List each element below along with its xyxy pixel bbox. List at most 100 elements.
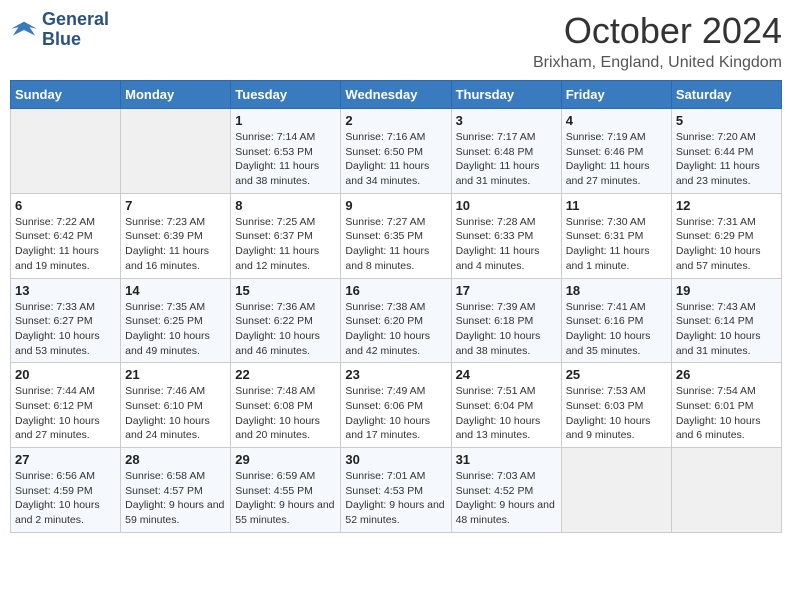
day-info: Sunrise: 7:16 AMSunset: 6:50 PMDaylight:… <box>345 130 446 189</box>
day-info: Sunrise: 7:38 AMSunset: 6:20 PMDaylight:… <box>345 300 446 359</box>
day-number: 2 <box>345 113 446 128</box>
day-info: Sunrise: 7:53 AMSunset: 6:03 PMDaylight:… <box>566 384 667 443</box>
weekday-header: Tuesday <box>231 81 341 109</box>
calendar-cell: 11Sunrise: 7:30 AMSunset: 6:31 PMDayligh… <box>561 193 671 278</box>
weekday-header: Wednesday <box>341 81 451 109</box>
day-info: Sunrise: 7:25 AMSunset: 6:37 PMDaylight:… <box>235 215 336 274</box>
day-info: Sunrise: 7:23 AMSunset: 6:39 PMDaylight:… <box>125 215 226 274</box>
day-number: 7 <box>125 198 226 213</box>
calendar-cell: 23 Sunrise: 7:49 AMSunset: 6:06 PMDayligh… <box>341 363 451 448</box>
day-number: 8 <box>235 198 336 213</box>
day-info: Sunrise: 7:33 AMSunset: 6:27 PMDaylight:… <box>15 300 116 359</box>
calendar-week-row: 27Sunrise: 6:56 AMSunset: 4:59 PMDayligh… <box>11 448 782 533</box>
day-number: 1 <box>235 113 336 128</box>
day-number: 9 <box>345 198 446 213</box>
calendar-week-row: 1 Sunrise: 7:14 AMSunset: 6:53 PMDaylight… <box>11 109 782 194</box>
calendar-week-row: 13 Sunrise: 7:33 AMSunset: 6:27 PMDayligh… <box>11 278 782 363</box>
day-info: Sunrise: 7:36 AMSunset: 6:22 PMDaylight:… <box>235 300 336 359</box>
day-number: 21 <box>125 367 226 382</box>
day-info: Sunrise: 7:20 AMSunset: 6:44 PMDaylight:… <box>676 130 777 189</box>
calendar-cell: 13 Sunrise: 7:33 AMSunset: 6:27 PMDayligh… <box>11 278 121 363</box>
page-header: General Blue October 2024 Brixham, Engla… <box>10 10 782 72</box>
weekday-header: Friday <box>561 81 671 109</box>
day-info: Sunrise: 7:49 AMSunset: 6:06 PMDaylight:… <box>345 384 446 443</box>
logo: General Blue <box>10 10 109 50</box>
day-number: 3 <box>456 113 557 128</box>
day-info: Sunrise: 6:56 AMSunset: 4:59 PMDaylight:… <box>15 469 116 528</box>
day-number: 17 <box>456 283 557 298</box>
day-info: Sunrise: 7:41 AMSunset: 6:16 PMDaylight:… <box>566 300 667 359</box>
calendar-week-row: 6 Sunrise: 7:22 AMSunset: 6:42 PMDaylight… <box>11 193 782 278</box>
calendar-header: SundayMondayTuesdayWednesdayThursdayFrid… <box>11 81 782 109</box>
day-number: 14 <box>125 283 226 298</box>
day-number: 30 <box>345 452 446 467</box>
calendar-cell: 12 Sunrise: 7:31 AMSunset: 6:29 PMDayligh… <box>671 193 781 278</box>
calendar-cell: 20 Sunrise: 7:44 AMSunset: 6:12 PMDayligh… <box>11 363 121 448</box>
calendar-cell: 28 Sunrise: 6:58 AMSunset: 4:57 PMDayligh… <box>121 448 231 533</box>
day-number: 20 <box>15 367 116 382</box>
day-info: Sunrise: 7:43 AMSunset: 6:14 PMDaylight:… <box>676 300 777 359</box>
calendar-cell: 29Sunrise: 6:59 AMSunset: 4:55 PMDayligh… <box>231 448 341 533</box>
day-number: 19 <box>676 283 777 298</box>
calendar-cell: 1 Sunrise: 7:14 AMSunset: 6:53 PMDaylight… <box>231 109 341 194</box>
calendar-cell <box>121 109 231 194</box>
day-number: 13 <box>15 283 116 298</box>
day-number: 29 <box>235 452 336 467</box>
day-number: 15 <box>235 283 336 298</box>
day-number: 28 <box>125 452 226 467</box>
day-number: 5 <box>676 113 777 128</box>
calendar-cell: 31 Sunrise: 7:03 AMSunset: 4:52 PMDayligh… <box>451 448 561 533</box>
weekday-header: Monday <box>121 81 231 109</box>
day-info: Sunrise: 7:22 AMSunset: 6:42 PMDaylight:… <box>15 215 116 274</box>
calendar-cell: 30Sunrise: 7:01 AMSunset: 4:53 PMDayligh… <box>341 448 451 533</box>
day-info: Sunrise: 7:28 AMSunset: 6:33 PMDaylight:… <box>456 215 557 274</box>
calendar-cell: 21 Sunrise: 7:46 AMSunset: 6:10 PMDayligh… <box>121 363 231 448</box>
calendar-cell: 18 Sunrise: 7:41 AMSunset: 6:16 PMDayligh… <box>561 278 671 363</box>
day-number: 12 <box>676 198 777 213</box>
calendar-cell: 17 Sunrise: 7:39 AMSunset: 6:18 PMDayligh… <box>451 278 561 363</box>
day-info: Sunrise: 7:03 AMSunset: 4:52 PMDaylight:… <box>456 469 557 528</box>
title-block: October 2024 Brixham, England, United Ki… <box>533 10 782 72</box>
day-number: 25 <box>566 367 667 382</box>
calendar-cell: 4Sunrise: 7:19 AMSunset: 6:46 PMDaylight… <box>561 109 671 194</box>
day-number: 18 <box>566 283 667 298</box>
day-info: Sunrise: 7:27 AMSunset: 6:35 PMDaylight:… <box>345 215 446 274</box>
calendar-table: SundayMondayTuesdayWednesdayThursdayFrid… <box>10 80 782 533</box>
calendar-cell: 19 Sunrise: 7:43 AMSunset: 6:14 PMDayligh… <box>671 278 781 363</box>
calendar-cell: 10Sunrise: 7:28 AMSunset: 6:33 PMDayligh… <box>451 193 561 278</box>
location: Brixham, England, United Kingdom <box>533 54 782 72</box>
day-info: Sunrise: 7:31 AMSunset: 6:29 PMDaylight:… <box>676 215 777 274</box>
day-info: Sunrise: 7:51 AMSunset: 6:04 PMDaylight:… <box>456 384 557 443</box>
day-info: Sunrise: 7:48 AMSunset: 6:08 PMDaylight:… <box>235 384 336 443</box>
calendar-cell: 7 Sunrise: 7:23 AMSunset: 6:39 PMDaylight… <box>121 193 231 278</box>
day-info: Sunrise: 7:19 AMSunset: 6:46 PMDaylight:… <box>566 130 667 189</box>
day-info: Sunrise: 7:46 AMSunset: 6:10 PMDaylight:… <box>125 384 226 443</box>
calendar-cell: 2 Sunrise: 7:16 AMSunset: 6:50 PMDaylight… <box>341 109 451 194</box>
day-number: 24 <box>456 367 557 382</box>
calendar-cell <box>671 448 781 533</box>
calendar-cell: 16Sunrise: 7:38 AMSunset: 6:20 PMDayligh… <box>341 278 451 363</box>
calendar-body: 1 Sunrise: 7:14 AMSunset: 6:53 PMDaylight… <box>11 109 782 533</box>
day-number: 23 <box>345 367 446 382</box>
calendar-cell: 5 Sunrise: 7:20 AMSunset: 6:44 PMDaylight… <box>671 109 781 194</box>
calendar-cell <box>561 448 671 533</box>
day-number: 11 <box>566 198 667 213</box>
calendar-cell: 14 Sunrise: 7:35 AMSunset: 6:25 PMDayligh… <box>121 278 231 363</box>
calendar-cell <box>11 109 121 194</box>
calendar-cell: 3 Sunrise: 7:17 AMSunset: 6:48 PMDaylight… <box>451 109 561 194</box>
day-info: Sunrise: 6:58 AMSunset: 4:57 PMDaylight:… <box>125 469 226 528</box>
logo-icon <box>10 16 38 44</box>
weekday-header: Thursday <box>451 81 561 109</box>
day-number: 6 <box>15 198 116 213</box>
day-number: 22 <box>235 367 336 382</box>
calendar-cell: 24 Sunrise: 7:51 AMSunset: 6:04 PMDayligh… <box>451 363 561 448</box>
day-number: 31 <box>456 452 557 467</box>
day-info: Sunrise: 7:17 AMSunset: 6:48 PMDaylight:… <box>456 130 557 189</box>
day-info: Sunrise: 7:14 AMSunset: 6:53 PMDaylight:… <box>235 130 336 189</box>
day-info: Sunrise: 7:35 AMSunset: 6:25 PMDaylight:… <box>125 300 226 359</box>
logo-text: General Blue <box>42 10 109 50</box>
calendar-week-row: 20 Sunrise: 7:44 AMSunset: 6:12 PMDayligh… <box>11 363 782 448</box>
calendar-cell: 27Sunrise: 6:56 AMSunset: 4:59 PMDayligh… <box>11 448 121 533</box>
day-info: Sunrise: 7:39 AMSunset: 6:18 PMDaylight:… <box>456 300 557 359</box>
day-info: Sunrise: 7:44 AMSunset: 6:12 PMDaylight:… <box>15 384 116 443</box>
